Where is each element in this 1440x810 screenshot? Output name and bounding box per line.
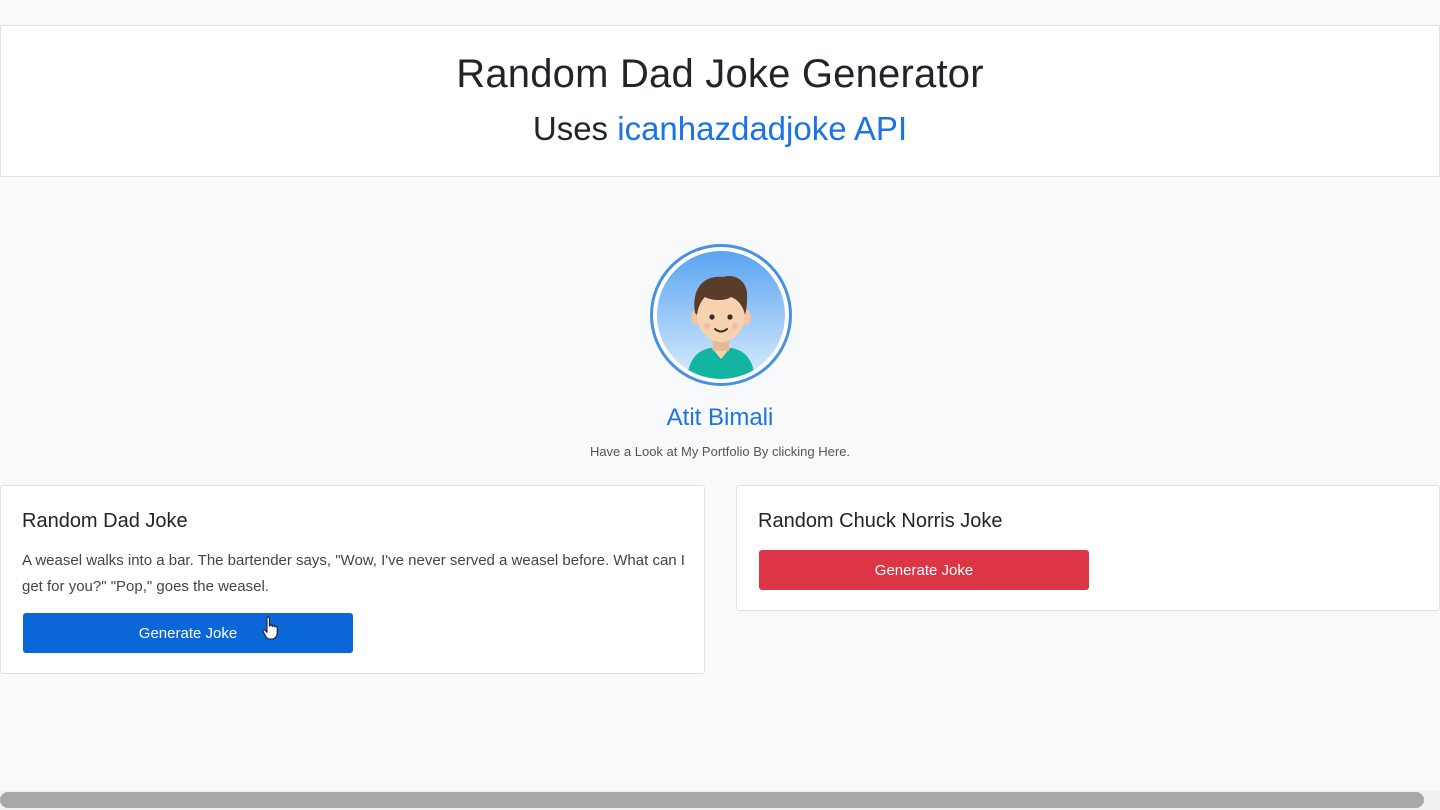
page-title: Random Dad Joke Generator [456, 52, 984, 96]
generate-chuck-norris-joke-button[interactable]: Generate Joke [759, 550, 1089, 590]
profile-name[interactable]: Atit Bimali [0, 404, 1440, 432]
dad-joke-title: Random Dad Joke [22, 510, 188, 532]
generate-dad-joke-button[interactable]: Generate Joke [23, 613, 353, 653]
page-subtitle: Uses icanhazdadjoke API [1, 110, 1439, 148]
portfolio-link[interactable]: Have a Look at My Portfolio By clicking … [0, 444, 1440, 459]
header-card: Random Dad Joke Generator Uses icanhazda… [0, 25, 1440, 177]
horizontal-scrollbar-thumb[interactable] [0, 792, 1424, 808]
chuck-norris-joke-title: Random Chuck Norris Joke [758, 510, 1003, 532]
avatar-illustration [657, 251, 785, 379]
boy-avatar-icon [687, 275, 755, 379]
hand-pointer-cursor-icon [262, 616, 278, 640]
dad-joke-card: Random Dad Joke A weasel walks into a ba… [0, 485, 705, 674]
subtitle-prefix: Uses [532, 110, 618, 147]
dad-joke-text: A weasel walks into a bar. The bartender… [22, 552, 685, 595]
avatar[interactable] [650, 244, 792, 386]
api-link[interactable]: icanhazdadjoke API [617, 110, 907, 147]
chuck-norris-joke-card: Random Chuck Norris Joke Generate Joke [736, 485, 1440, 611]
